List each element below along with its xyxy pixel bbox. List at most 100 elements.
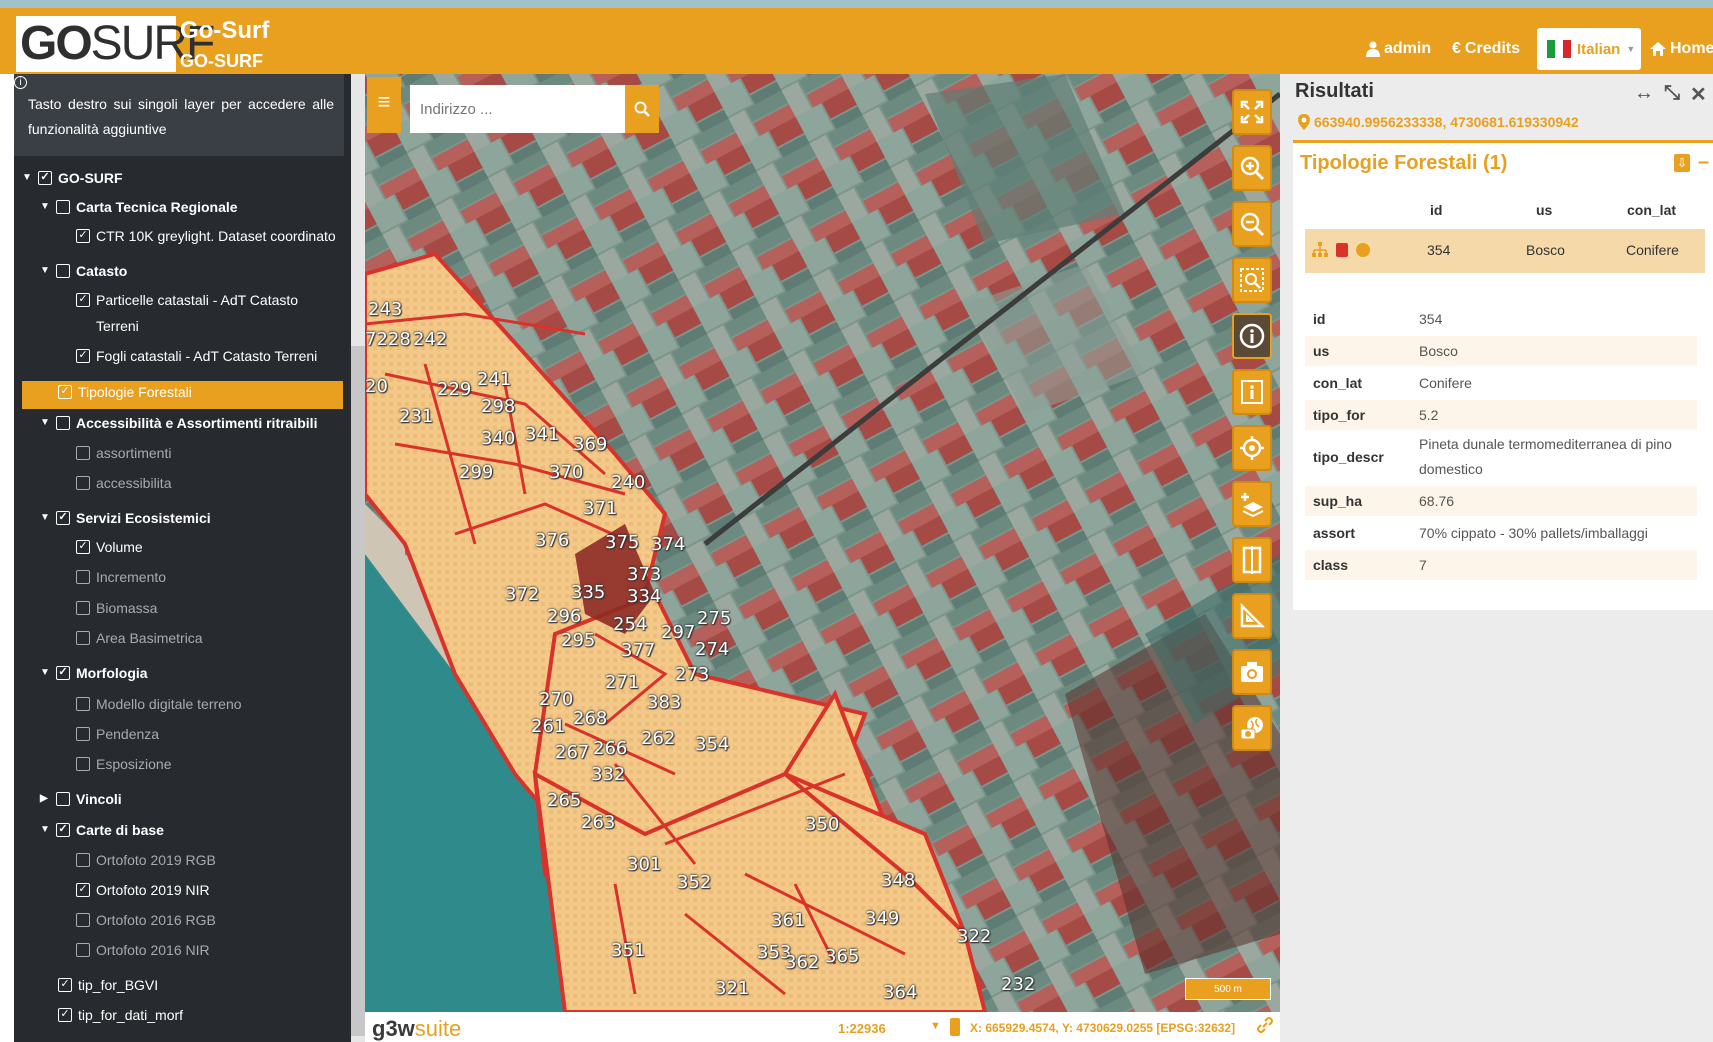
layer-tree-item[interactable]: Esposizione xyxy=(76,751,172,777)
checkbox-unchecked-icon[interactable] xyxy=(76,913,90,927)
checkbox-checked-icon[interactable]: ✓ xyxy=(56,666,70,680)
checkbox-checked-icon[interactable]: ✓ xyxy=(76,540,90,554)
resize-horizontal-icon[interactable]: ↔ xyxy=(1634,82,1654,107)
caret-down-icon[interactable]: ▼ xyxy=(40,410,50,436)
caret-down-icon[interactable]: ▼ xyxy=(40,258,50,284)
checkbox-checked-icon[interactable]: ✓ xyxy=(58,1008,72,1022)
geolocation-button[interactable] xyxy=(1232,425,1272,471)
checkbox-unchecked-icon[interactable] xyxy=(76,697,90,711)
fullscreen-button[interactable] xyxy=(1232,89,1272,135)
parcel-label: 263 xyxy=(581,812,616,833)
checkbox-checked-icon[interactable]: ✓ xyxy=(76,883,90,897)
caret-down-icon[interactable]: ▼ xyxy=(40,660,50,686)
layer-tree-item[interactable]: Pendenza xyxy=(76,721,159,747)
layer-tree-item[interactable]: ✓ tip_for_BGVI xyxy=(58,972,158,998)
layer-tree-item[interactable]: ▼ ✓ Morfologia xyxy=(40,660,148,686)
layer-tree-item[interactable]: accessibilita xyxy=(76,470,171,496)
checkbox-checked-icon[interactable]: ✓ xyxy=(58,978,72,992)
checkbox-checked-icon[interactable]: ✓ xyxy=(76,349,90,363)
add-layer-button[interactable] xyxy=(1232,481,1272,527)
search-icon xyxy=(634,101,650,117)
address-search-input[interactable] xyxy=(410,85,626,133)
layer-tree-item[interactable]: ✓ Particelle catastali - AdT Catasto Terr… xyxy=(76,287,336,339)
checkbox-unchecked-icon[interactable] xyxy=(76,853,90,867)
zoom-out-button[interactable] xyxy=(1232,201,1272,247)
layer-tree-item[interactable]: ▼ Carta Tecnica Regionale xyxy=(40,194,238,220)
split-view-button[interactable] xyxy=(1232,537,1272,583)
checkbox-checked-icon[interactable]: ✓ xyxy=(38,171,52,185)
layer-tree-item[interactable]: ✓ Fogli catastali - AdT Catasto Terreni xyxy=(76,343,317,369)
zoom-to-feature-icon[interactable] xyxy=(1356,243,1370,257)
collapse-icon[interactable]: – xyxy=(1698,152,1709,172)
caret-down-icon[interactable]: ▼ xyxy=(40,817,50,843)
toggle-sidebar-button[interactable]: ≡ xyxy=(367,77,401,133)
layer-tree-item[interactable]: Ortofoto 2016 NIR xyxy=(76,937,210,963)
checkbox-unchecked-icon[interactable] xyxy=(76,446,90,460)
layer-tree-item[interactable]: ▶ Vincoli xyxy=(40,786,122,812)
checkbox-unchecked-icon[interactable] xyxy=(76,631,90,645)
language-selector[interactable]: Italian ▼ xyxy=(1537,28,1641,70)
search-button[interactable] xyxy=(625,85,659,133)
layer-tree-item[interactable]: ✓ Volume xyxy=(76,534,143,560)
layer-tree-item[interactable]: ▼ Accessibilità e Assortimenti ritraibili xyxy=(40,410,317,436)
home-link[interactable]: Home xyxy=(1650,40,1713,58)
caret-right-icon[interactable]: ▶ xyxy=(40,786,50,812)
layer-tree-item[interactable]: ▼ Catasto xyxy=(40,258,127,284)
layer-tree-item[interactable]: ▼ ✓ GO-SURF xyxy=(22,165,123,191)
query-polygon-button[interactable] xyxy=(1232,369,1272,415)
checkbox-unchecked-icon[interactable] xyxy=(56,264,70,278)
measure-area-button[interactable] xyxy=(1232,593,1272,639)
layer-result-title[interactable]: Tipologie Forestali (1) xyxy=(1300,152,1507,175)
screenshot-button[interactable] xyxy=(1232,649,1272,695)
layer-tree-item[interactable]: ▼ ✓ Carte di base xyxy=(40,817,164,843)
checkbox-unchecked-icon[interactable] xyxy=(76,727,90,741)
checkbox-checked-icon[interactable]: ✓ xyxy=(76,229,90,243)
checkbox-unchecked-icon[interactable] xyxy=(56,792,70,806)
layer-tree-item[interactable]: ✓ Ortofoto 2019 NIR xyxy=(76,877,210,903)
sidebar-scrollbar-thumb[interactable] xyxy=(351,346,365,1036)
query-info-button[interactable] xyxy=(1232,313,1272,359)
cell-id: 354 xyxy=(1427,242,1451,258)
remove-feature-icon[interactable] xyxy=(1336,243,1348,257)
checkbox-unchecked-icon[interactable] xyxy=(76,757,90,771)
layer-tree-item[interactable]: Ortofoto 2019 RGB xyxy=(76,847,216,873)
zoom-box-button[interactable] xyxy=(1232,257,1272,303)
layer-tree-item[interactable]: Incremento xyxy=(76,564,166,590)
credits-link[interactable]: € Credits xyxy=(1452,40,1520,58)
layer-tree-item[interactable]: Ortofoto 2016 RGB xyxy=(76,907,216,933)
layer-tree-item[interactable]: Modello digitale terreno xyxy=(76,691,242,717)
zoom-out-icon xyxy=(1240,212,1265,237)
caret-down-icon[interactable]: ▼ xyxy=(40,194,50,220)
layer-tree-item[interactable]: ✓ Tipologie Forestali xyxy=(58,379,192,405)
download-icon[interactable]: ⇩ xyxy=(1674,154,1690,172)
zoom-in-button[interactable] xyxy=(1232,145,1272,191)
checkbox-unchecked-icon[interactable] xyxy=(56,416,70,430)
layer-tree-item[interactable]: ✓ CTR 10K greylight. Dataset coordinato xyxy=(76,223,336,249)
compress-icon[interactable]: ⤡ xyxy=(1664,82,1680,107)
layer-tree-item[interactable]: Area Basimetrica xyxy=(76,625,203,651)
chevron-down-icon[interactable]: ▼ xyxy=(930,1020,941,1032)
layer-tree-item[interactable]: Biomassa xyxy=(76,595,157,621)
layer-tree-item[interactable]: ▼ ✓ Servizi Ecosistemici xyxy=(40,505,211,531)
map-view[interactable]: 243 7228 242 20 229 241 231 298 340 341 369 299 370 2… xyxy=(365,74,1280,1012)
share-link-icon[interactable] xyxy=(1256,1016,1274,1039)
relations-icon[interactable] xyxy=(1312,242,1328,258)
close-icon[interactable]: ✕ xyxy=(1690,82,1707,107)
checkbox-unchecked-icon[interactable] xyxy=(76,943,90,957)
checkbox-unchecked-icon[interactable] xyxy=(56,200,70,214)
scale-selector[interactable]: 1:22936 xyxy=(838,1021,886,1036)
checkbox-checked-icon[interactable]: ✓ xyxy=(56,511,70,525)
layer-tree-item[interactable]: ✓ tip_for_dati_morf xyxy=(58,1002,183,1028)
checkbox-checked-icon[interactable]: ✓ xyxy=(76,293,90,307)
geo-screenshot-button[interactable] xyxy=(1232,705,1272,751)
caret-down-icon[interactable]: ▼ xyxy=(22,165,32,191)
checkbox-unchecked-icon[interactable] xyxy=(76,570,90,584)
checkbox-unchecked-icon[interactable] xyxy=(76,601,90,615)
checkbox-unchecked-icon[interactable] xyxy=(76,476,90,490)
gosurf-logo[interactable]: GOSURF xyxy=(16,16,215,72)
admin-link[interactable]: admin xyxy=(1366,40,1431,58)
caret-down-icon[interactable]: ▼ xyxy=(40,505,50,531)
layer-tree-item[interactable]: assortimenti xyxy=(76,440,171,466)
checkbox-checked-icon[interactable]: ✓ xyxy=(58,385,72,399)
checkbox-checked-icon[interactable]: ✓ xyxy=(56,823,70,837)
